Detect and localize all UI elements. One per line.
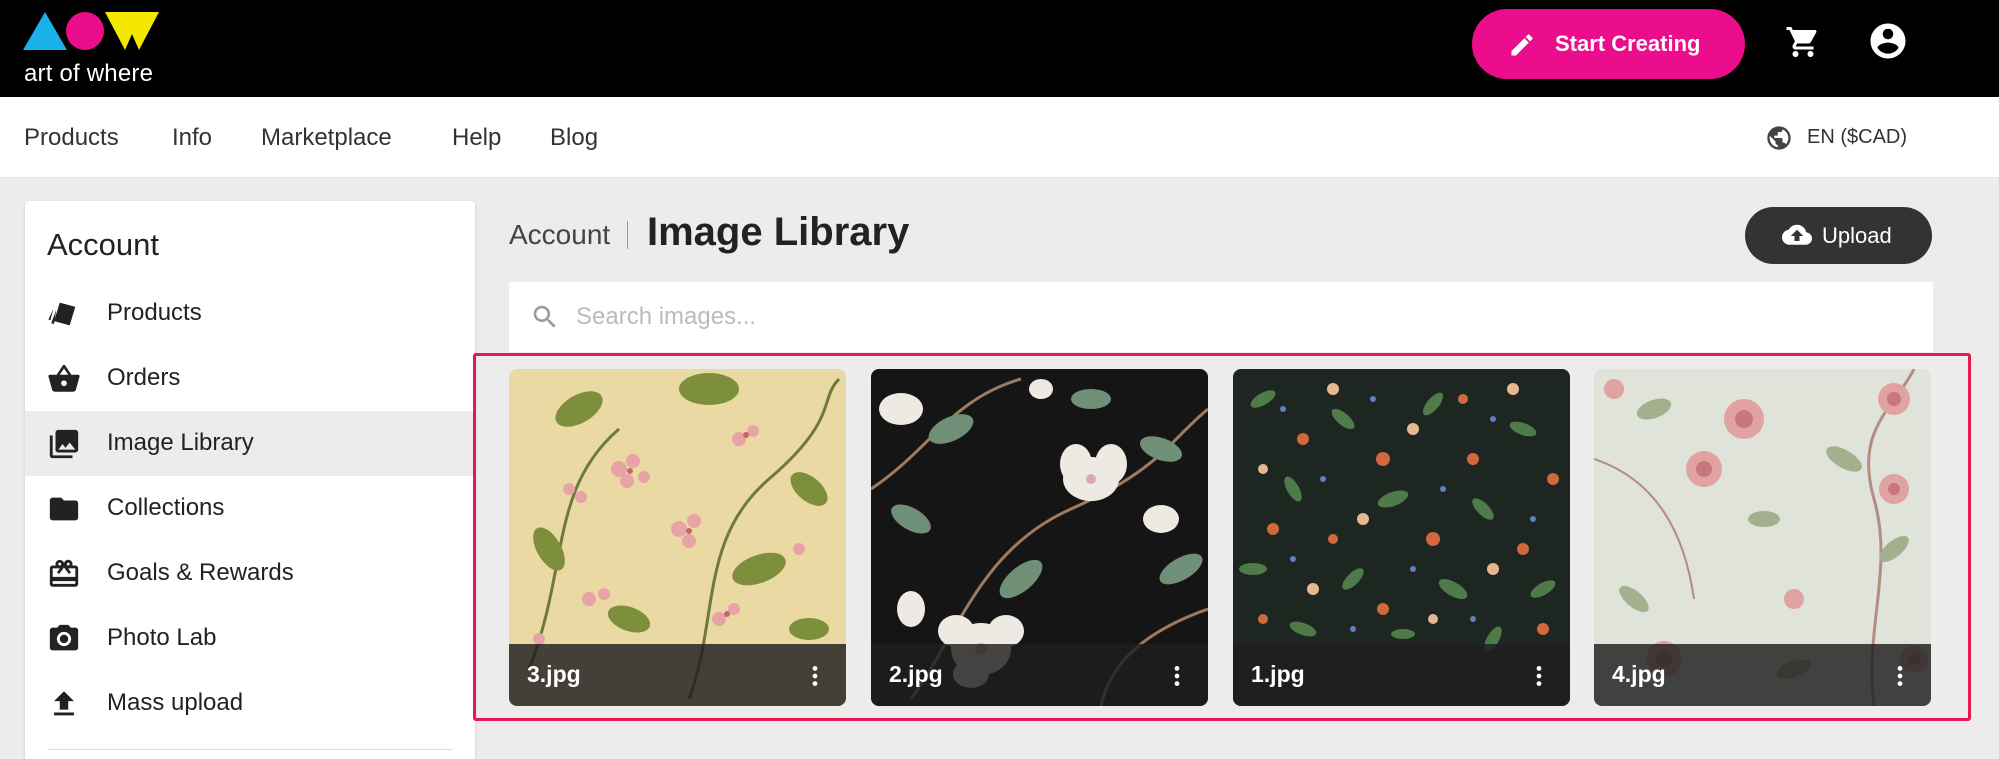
sidebar-title: Account	[47, 227, 160, 262]
sidebar-item-label: Collections	[107, 494, 225, 521]
breadcrumb-account[interactable]: Account	[509, 219, 610, 251]
account-sidebar: Account Products Orders Image Library Co…	[25, 201, 475, 759]
language-label: EN ($CAD)	[1807, 126, 1908, 148]
more-vert-icon[interactable]	[1887, 661, 1913, 691]
sidebar-item-label: Products	[107, 299, 202, 326]
sidebar-item-orders[interactable]: Orders	[25, 346, 475, 411]
sidebar-item-collections[interactable]: Collections	[25, 476, 475, 541]
image-filename: 2.jpg	[889, 661, 943, 687]
page-title: Image Library	[647, 210, 910, 254]
products-tags-icon	[48, 302, 76, 326]
brand-logo[interactable]: art of where	[23, 10, 163, 87]
account-circle-icon[interactable]	[1867, 20, 1909, 62]
search-input[interactable]	[576, 296, 1876, 338]
start-creating-button[interactable]: Start Creating	[1472, 9, 1745, 79]
image-card[interactable]: 4.jpg	[1594, 369, 1931, 706]
sidebar-divider	[47, 749, 453, 750]
sidebar-item-goals-rewards[interactable]: Goals & Rewards	[25, 541, 475, 606]
main-nav: Products Info Marketplace Help Blog EN (…	[0, 97, 1999, 178]
nav-products[interactable]: Products	[24, 124, 119, 152]
image-caption-bar: 4.jpg	[1594, 644, 1931, 706]
upload-button[interactable]: Upload	[1745, 207, 1932, 264]
sidebar-item-label: Orders	[107, 364, 181, 391]
nav-info[interactable]: Info	[172, 124, 212, 152]
upload-arrow-icon	[54, 691, 74, 716]
image-card[interactable]: 3.jpg	[509, 369, 846, 706]
sidebar-item-image-library[interactable]: Image Library	[25, 411, 475, 476]
sidebar-item-mass-upload[interactable]: Mass upload	[25, 671, 475, 736]
cart-icon[interactable]	[1785, 24, 1821, 60]
image-filename: 3.jpg	[527, 661, 581, 687]
gift-icon	[49, 559, 79, 587]
cloud-upload-icon	[1782, 224, 1812, 245]
image-caption-bar: 2.jpg	[871, 644, 1208, 706]
breadcrumb-separator	[627, 221, 628, 249]
sidebar-item-label: Photo Lab	[107, 624, 217, 651]
sidebar-item-photo-lab[interactable]: Photo Lab	[25, 606, 475, 671]
image-search-bar	[509, 282, 1933, 352]
sidebar-item-products[interactable]: Products	[25, 281, 475, 346]
sidebar-item-label: Image Library	[107, 429, 254, 456]
image-caption-bar: 3.jpg	[509, 644, 846, 706]
folder-icon	[49, 497, 79, 521]
sidebar-item-label: Mass upload	[107, 689, 244, 716]
camera-icon	[49, 624, 79, 651]
logo-shapes	[23, 12, 159, 50]
more-vert-icon[interactable]	[1526, 661, 1552, 691]
image-card[interactable]: 2.jpg	[871, 369, 1208, 706]
globe-icon	[1767, 126, 1791, 150]
brand-wordmark: art of where	[24, 60, 154, 87]
nav-marketplace[interactable]: Marketplace	[261, 124, 392, 152]
sidebar-item-label: Goals & Rewards	[107, 559, 294, 586]
image-caption-bar: 1.jpg	[1233, 644, 1570, 706]
more-vert-icon[interactable]	[1164, 661, 1190, 691]
pencil-icon	[1511, 34, 1533, 56]
image-card[interactable]: 1.jpg	[1233, 369, 1570, 706]
nav-help[interactable]: Help	[452, 124, 501, 152]
top-bar: art of where Start Creating	[0, 0, 1999, 97]
upload-label: Upload	[1822, 223, 1892, 248]
image-library-icon	[49, 429, 79, 459]
start-creating-label: Start Creating	[1555, 31, 1701, 56]
image-filename: 4.jpg	[1612, 661, 1666, 687]
nav-blog[interactable]: Blog	[550, 124, 598, 152]
more-vert-icon[interactable]	[802, 661, 828, 691]
basket-icon	[48, 364, 80, 392]
search-icon	[533, 305, 556, 328]
image-filename: 1.jpg	[1251, 661, 1305, 687]
